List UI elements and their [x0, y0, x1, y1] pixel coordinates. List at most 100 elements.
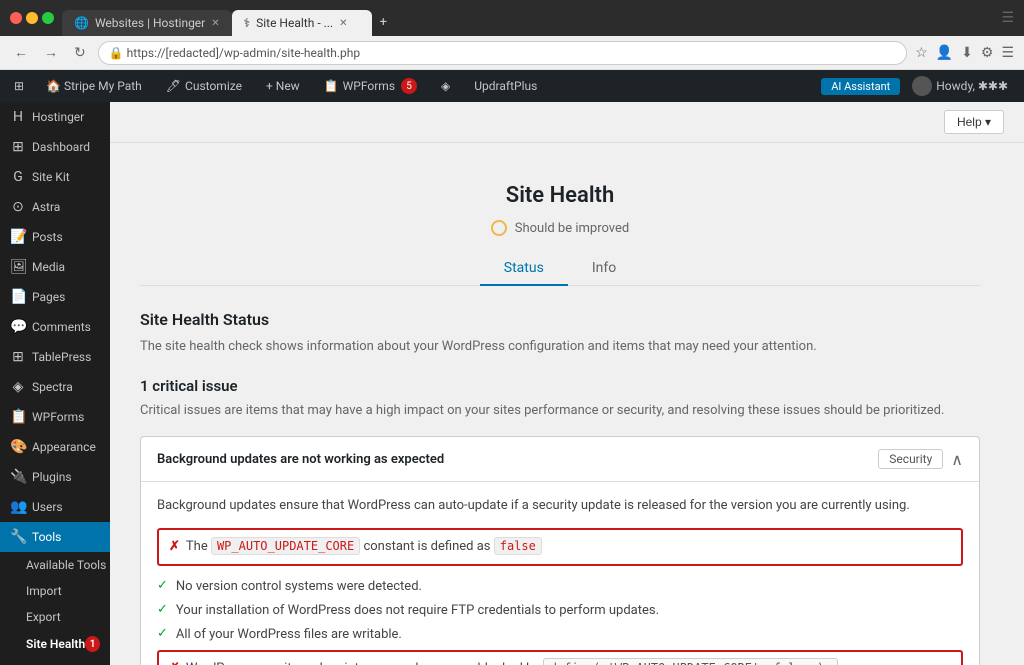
browser-tab-sitehealth[interactable]: ⚕ Site Health - ... ✕: [232, 10, 372, 36]
profile-icon[interactable]: 👤: [936, 45, 953, 61]
check-text-2: WordPress security and maintenance relea…: [186, 660, 842, 665]
sidebar-item-sitekit[interactable]: G Site Kit: [0, 162, 110, 192]
menu-icon[interactable]: ☰: [1001, 45, 1014, 61]
tab-close-btn[interactable]: ✕: [211, 18, 219, 29]
forward-button[interactable]: →: [40, 42, 62, 63]
sidebar-item-comments[interactable]: 💬 Comments: [0, 312, 110, 342]
tab-info[interactable]: Info: [568, 252, 640, 286]
site-health-label: Site Health: [26, 637, 85, 651]
window-close-btn[interactable]: [10, 12, 22, 24]
sidebar-item-wpforms[interactable]: 📋 WPForms: [0, 402, 110, 432]
spectra-icon: ◈: [10, 379, 26, 395]
sidebar-pages-label: Pages: [32, 290, 65, 304]
import-label: Import: [26, 584, 62, 598]
sidebar-item-pages[interactable]: 📄 Pages: [0, 282, 110, 312]
status-label: Should be improved: [515, 221, 630, 236]
bookmark-icon[interactable]: ☆: [915, 45, 928, 61]
posts-icon: 📝: [10, 229, 26, 245]
sidebar-item-users[interactable]: 👥 Users: [0, 492, 110, 522]
elementor-icon: ◈: [441, 79, 450, 93]
admin-bar-user-label: Howdy, ✱✱✱: [936, 79, 1008, 93]
admin-bar-updraftplus[interactable]: UpdraftPlus: [466, 70, 545, 102]
sidebar-plugins-label: Plugins: [32, 470, 72, 484]
browser-window-controls: [10, 12, 54, 24]
admin-bar-wpforms[interactable]: 📋 WPForms 5: [316, 70, 425, 102]
user-avatar: [912, 76, 932, 96]
reload-button[interactable]: ↻: [70, 43, 90, 63]
sidebar-appearance-label: Appearance: [32, 440, 96, 454]
wp-admin-bar: ⊞ 🏠 Stripe My Path 🖊 Customize + New 📋 W…: [0, 70, 1024, 102]
help-button[interactable]: Help ▾: [944, 110, 1004, 134]
sidebar-submenu-export-personal[interactable]: Export Personal Data: [0, 658, 110, 665]
window-max-btn[interactable]: [42, 12, 54, 24]
comments-icon: 💬: [10, 319, 26, 335]
new-tab-btn[interactable]: +: [372, 9, 395, 36]
sidebar-item-media[interactable]: 🖼 Media: [0, 252, 110, 282]
wpforms-sidebar-icon: 📋: [10, 409, 26, 425]
content-area: Help ▾ Site Health Should be improved St…: [110, 102, 1024, 665]
sidebar-submenu-import[interactable]: Import: [0, 578, 110, 604]
sidebar-item-tools[interactable]: 🔧 Tools: [0, 522, 110, 552]
pass-icon-1: ✓: [157, 578, 168, 593]
issue-card-title: Background updates are not working as ex…: [157, 452, 444, 467]
sidebar: H Hostinger ⊞ Dashboard G Site Kit ⊙ Ast…: [0, 102, 110, 665]
sidebar-item-tablepress[interactable]: ⊞ TablePress: [0, 342, 110, 372]
tab-label: Websites | Hostinger: [95, 16, 205, 30]
sidebar-hostinger-label: Hostinger: [32, 110, 84, 124]
sidebar-item-appearance[interactable]: 🎨 Appearance: [0, 432, 110, 462]
extensions-icon[interactable]: ⚙: [981, 45, 994, 61]
sidebar-item-spectra[interactable]: ◈ Spectra: [0, 372, 110, 402]
admin-bar-new[interactable]: + New: [258, 70, 308, 102]
wp-logo-icon: ⊞: [14, 79, 24, 93]
admin-bar-user[interactable]: Howdy, ✱✱✱: [904, 70, 1016, 102]
sidebar-submenu-site-health[interactable]: Site Health 1: [0, 630, 110, 658]
window-min-btn[interactable]: [26, 12, 38, 24]
tablepress-icon: ⊞: [10, 349, 26, 365]
address-text: https://[redacted]/wp-admin/site-health.…: [127, 46, 360, 60]
appearance-icon: 🎨: [10, 439, 26, 455]
browser-right-controls: ☰: [1001, 10, 1014, 26]
issues-header: 1 critical issue: [140, 377, 980, 395]
ai-assistant-btn[interactable]: AI Assistant: [821, 78, 900, 95]
status-circle-icon: [491, 220, 507, 236]
users-icon: 👥: [10, 499, 26, 515]
admin-bar-elementor[interactable]: ◈: [433, 70, 458, 102]
sidebar-item-hostinger[interactable]: H Hostinger: [0, 102, 110, 132]
tab-favicon: 🌐: [74, 16, 89, 30]
admin-bar-updraftplus-label: UpdraftPlus: [474, 79, 537, 93]
main-layout: H Hostinger ⊞ Dashboard G Site Kit ⊙ Ast…: [0, 102, 1024, 665]
tab-status[interactable]: Status: [480, 252, 568, 286]
code-define: define( 'WP_AUTO_UPDATE_CORE', false );: [543, 658, 839, 665]
check-item-error-1: ✗ The WP_AUTO_UPDATE_CORE constant is de…: [157, 528, 963, 566]
tab-info-label: Info: [592, 260, 616, 276]
check-item-error-2: ✗ WordPress security and maintenance rel…: [157, 650, 963, 665]
admin-bar-new-label: + New: [266, 79, 300, 93]
issue-card-header[interactable]: Background updates are not working as ex…: [141, 437, 979, 482]
check-text-pass-1: No version control systems were detected…: [176, 578, 422, 596]
download-icon[interactable]: ⬇: [961, 45, 973, 61]
back-button[interactable]: ←: [10, 42, 32, 63]
admin-bar-customize[interactable]: 🖊 Customize: [158, 70, 250, 102]
tab-close-active-btn[interactable]: ✕: [339, 18, 347, 29]
sidebar-submenu-available-tools[interactable]: Available Tools: [0, 552, 110, 578]
sidebar-item-dashboard[interactable]: ⊞ Dashboard: [0, 132, 110, 162]
address-input[interactable]: 🔒 https://[redacted]/wp-admin/site-healt…: [98, 41, 907, 65]
sidebar-item-posts[interactable]: 📝 Posts: [0, 222, 110, 252]
check-item-pass-3: ✓ All of your WordPress files are writab…: [157, 626, 963, 644]
issue-card-body: Background updates ensure that WordPress…: [141, 482, 979, 665]
sidebar-item-plugins[interactable]: 🔌 Plugins: [0, 462, 110, 492]
available-tools-label: Available Tools: [26, 558, 106, 572]
sidebar-users-label: Users: [32, 500, 63, 514]
wp-logo[interactable]: ⊞: [8, 70, 30, 102]
check-items-list: ✗ The WP_AUTO_UPDATE_CORE constant is de…: [157, 528, 963, 665]
browser-tab-websites[interactable]: 🌐 Websites | Hostinger ✕: [62, 10, 232, 36]
admin-bar-site[interactable]: 🏠 Stripe My Path: [38, 70, 150, 102]
tab-favicon: ⚕: [244, 16, 251, 30]
sidebar-comments-label: Comments: [32, 320, 91, 334]
tab-label: Site Health - ...: [256, 16, 333, 30]
sidebar-posts-label: Posts: [32, 230, 63, 244]
sidebar-item-astra[interactable]: ⊙ Astra: [0, 192, 110, 222]
collapse-icon[interactable]: ∧: [951, 450, 963, 469]
sidebar-submenu-export[interactable]: Export: [0, 604, 110, 630]
media-icon: 🖼: [10, 259, 26, 275]
